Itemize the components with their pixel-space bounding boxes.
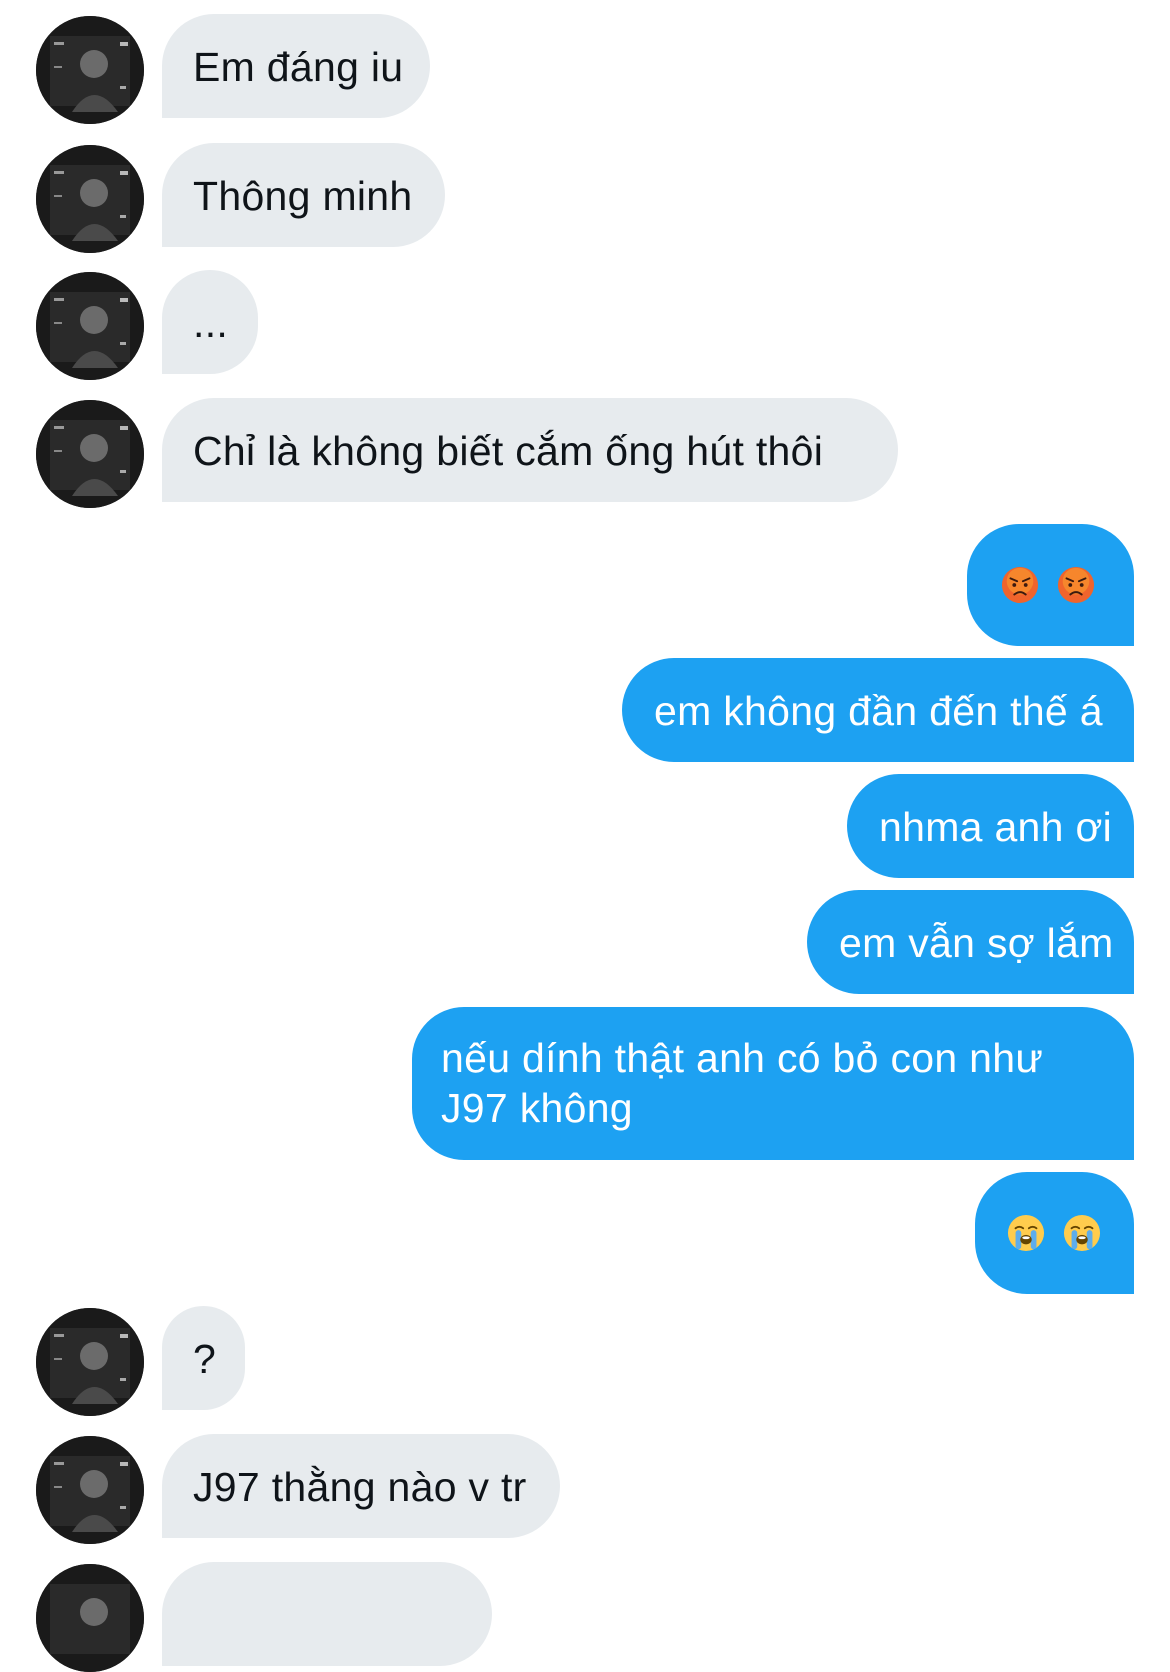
contact-avatar[interactable] xyxy=(36,1308,144,1416)
message-bubble-incoming[interactable]: ... xyxy=(162,270,258,374)
contact-avatar[interactable] xyxy=(36,400,144,508)
message-bubble-incoming[interactable]: Em đáng iu xyxy=(162,14,430,118)
conversation-thread[interactable]: Em đáng iu Thông minh ... Chỉ là không b… xyxy=(0,0,1170,1672)
loudly-crying-face-emoji xyxy=(1007,1214,1045,1252)
message-text: em không đần đến thế á xyxy=(654,688,1103,734)
message-bubble-outgoing[interactable]: em vẫn sợ lắm xyxy=(807,890,1134,994)
message-text-line: J97 không xyxy=(441,1085,633,1131)
contact-avatar[interactable] xyxy=(36,16,144,124)
message-text: em vẫn sợ lắm xyxy=(839,920,1114,966)
loudly-crying-face-emoji xyxy=(1063,1214,1101,1252)
message-bubble-outgoing[interactable]: nếu dính thật anh có bỏ con như J97 khôn… xyxy=(412,1007,1134,1160)
message-bubble-outgoing[interactable] xyxy=(975,1172,1134,1294)
message-bubble-incoming[interactable] xyxy=(162,1562,492,1666)
message-text: Em đáng iu xyxy=(193,44,404,90)
message-text: ? xyxy=(193,1336,217,1382)
message-bubble-incoming[interactable]: ? xyxy=(162,1306,245,1410)
message-bubble-incoming[interactable]: Chỉ là không biết cắm ống hút thôi xyxy=(162,398,898,502)
pouting-face-emoji xyxy=(1057,566,1095,604)
contact-avatar[interactable] xyxy=(36,272,144,380)
pouting-face-emoji xyxy=(1001,566,1039,604)
message-text-line: nếu dính thật anh có bỏ con như xyxy=(441,1035,1044,1081)
message-text: Thông minh xyxy=(193,173,413,219)
message-bubble-outgoing[interactable] xyxy=(967,524,1134,646)
message-bubble-incoming[interactable]: Thông minh xyxy=(162,143,445,247)
contact-avatar[interactable] xyxy=(36,145,144,253)
message-text: ... xyxy=(193,300,229,346)
message-text: J97 thằng nào v tr xyxy=(193,1464,527,1510)
message-bubble-outgoing[interactable]: em không đần đến thế á xyxy=(622,658,1134,762)
message-text: Chỉ là không biết cắm ống hút thôi xyxy=(193,428,824,474)
message-bubble-outgoing[interactable]: nhma anh ơi xyxy=(847,774,1134,878)
message-text: nhma anh ơi xyxy=(879,804,1113,850)
message-bubble-incoming[interactable]: J97 thằng nào v tr xyxy=(162,1434,560,1538)
contact-avatar[interactable] xyxy=(36,1436,144,1544)
